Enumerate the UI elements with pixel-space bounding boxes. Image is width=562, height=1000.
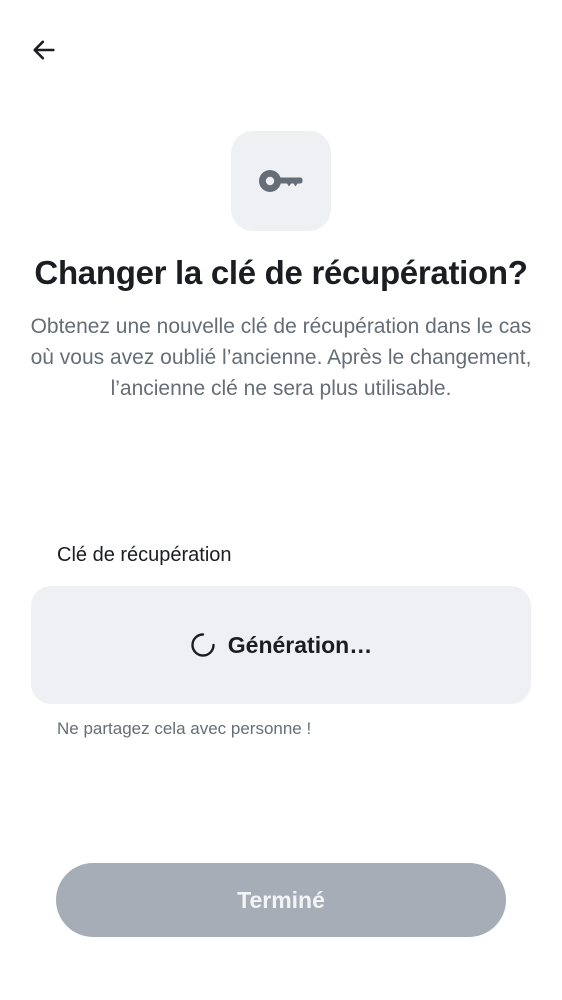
recovery-key-hint: Ne partagez cela avec personne ! [57, 719, 312, 738]
recovery-key-box: Génération… [31, 586, 531, 704]
key-icon [259, 170, 303, 192]
recovery-key-label: Clé de récupération [57, 544, 232, 566]
back-button[interactable] [22, 28, 66, 72]
arrow-left-icon [33, 40, 55, 60]
done-button[interactable]: Terminé [56, 863, 506, 937]
page-title: Changer la clé de récupération? [34, 254, 528, 291]
change-recovery-key-screen: Changer la clé de récupération? Obtenez … [0, 0, 562, 1000]
recovery-key-status: Génération… [227, 631, 373, 658]
spinner-icon [190, 632, 216, 658]
page-description: Obtenez une nouvelle clé de récupération… [30, 315, 532, 400]
key-icon-tile [231, 131, 331, 231]
